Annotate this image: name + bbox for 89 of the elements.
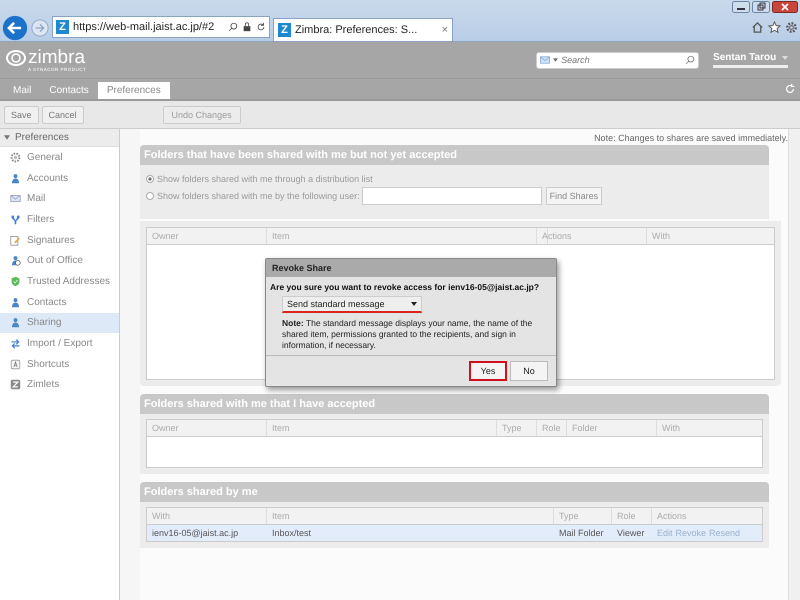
search-field[interactable]: Search — [536, 52, 700, 68]
settings-icon[interactable] — [785, 21, 798, 34]
user-field[interactable] — [362, 187, 542, 205]
app-tab[interactable]: Preferences — [98, 82, 170, 99]
user-menu[interactable]: Sentan Tarou — [713, 52, 788, 68]
scrollbar[interactable] — [788, 129, 800, 600]
sidebar-item[interactable]: Signatures — [0, 230, 119, 250]
action-link[interactable]: Edit — [657, 528, 673, 538]
sidebar-item[interactable]: Sharing — [0, 312, 119, 334]
column-header[interactable]: Actions — [652, 508, 762, 524]
sidebar-item[interactable]: Accounts — [0, 168, 119, 188]
caret-icon[interactable] — [553, 58, 558, 62]
table-cell-text: ienv16-05@jaist.ac.jp — [151, 527, 240, 540]
action-link[interactable]: Resend — [709, 528, 740, 538]
arrows-icon — [10, 338, 21, 350]
url-text: https://web-mail.jaist.ac.jp/#2 — [73, 21, 216, 33]
column-header[interactable]: Type — [497, 420, 537, 436]
shield-icon — [10, 276, 21, 287]
refresh-icon[interactable] — [256, 22, 266, 32]
column-header[interactable]: Owner — [147, 228, 267, 244]
column-header[interactable]: With — [647, 228, 774, 244]
lock-icon[interactable] — [242, 22, 252, 32]
sidebar-item[interactable]: Contacts — [0, 292, 119, 312]
note-text: Note: Changes to shares are saved immediately. — [594, 132, 788, 145]
sidebar-item[interactable]: Zimlets — [0, 374, 119, 396]
browser-tab[interactable]: Z Zimbra: Preferences: S... × — [273, 18, 453, 41]
dialog-title: Revoke Share — [266, 259, 556, 277]
envelope-icon[interactable] — [540, 56, 550, 64]
favicon: Z — [278, 23, 291, 37]
column-header[interactable]: Item — [267, 508, 554, 524]
table-cell-text: Mail Folder — [558, 527, 605, 540]
restore-icon[interactable] — [752, 1, 770, 13]
sidebar-item[interactable]: Import / Export — [0, 333, 119, 354]
dialog-question: Are you sure you want to revoke access for ienv16-05@jaist.ac.jp? — [270, 281, 540, 293]
dialog-button[interactable]: No — [510, 361, 548, 382]
column-header[interactable]: With — [657, 420, 762, 436]
gear-icon — [10, 152, 21, 163]
star-icon[interactable] — [768, 21, 781, 34]
column-header[interactable]: Folder — [567, 420, 657, 436]
radio-button[interactable] — [146, 175, 154, 183]
sidebar-item[interactable]: Filters — [0, 209, 119, 230]
envelope-icon — [10, 193, 21, 204]
sidebar-item[interactable]: Mail — [0, 188, 119, 210]
column-header[interactable]: Item — [267, 228, 537, 244]
sidebar-item[interactable]: General — [0, 147, 119, 168]
search-icon[interactable] — [685, 55, 696, 65]
person-icon — [10, 172, 21, 184]
find-shares-button[interactable]: Find Shares — [546, 187, 602, 205]
pen-icon — [10, 234, 21, 246]
column-header[interactable]: Role — [537, 420, 567, 436]
column-header[interactable]: Role — [612, 508, 652, 524]
app-tab[interactable]: Mail — [4, 82, 40, 99]
person-icon — [10, 296, 21, 308]
favicon: Z — [56, 20, 69, 34]
caret-icon — [411, 302, 417, 306]
table-row[interactable]: ienv16-05@jaist.ac.jp Inbox/test Mail Folder Viewer Edit Revoke Resend — [147, 525, 762, 541]
table-cell-text: Inbox/test — [271, 527, 312, 540]
search-icon[interactable] — [228, 22, 238, 32]
radio-label: Show folders shared with me through a distribution list — [157, 174, 373, 184]
toolbar-button[interactable]: Save — [4, 106, 39, 124]
action-link[interactable]: Revoke — [676, 528, 706, 538]
column-header[interactable]: With — [147, 508, 267, 524]
sidebar-item[interactable]: Shortcuts — [0, 354, 119, 375]
back-icon[interactable] — [2, 15, 28, 41]
address-bar[interactable]: Z https://web-mail.jaist.ac.jp/#2 — [52, 16, 270, 38]
sidebar-item[interactable]: Out of Office — [0, 250, 119, 272]
filter-icon — [10, 214, 21, 225]
column-header[interactable]: Type — [554, 508, 612, 524]
tab-title: Zimbra: Preferences: S... — [295, 24, 418, 36]
toolbar-button[interactable]: Cancel — [42, 106, 84, 124]
radio-label: Show folders shared with me by the following user: — [157, 191, 360, 201]
keyboard-icon — [10, 358, 21, 370]
sidebar-header[interactable]: Preferences — [0, 129, 119, 147]
zimlet-icon — [10, 379, 21, 390]
radio-button[interactable] — [146, 192, 154, 200]
column-header[interactable]: Actions — [537, 228, 647, 244]
close-tab-button[interactable]: × — [442, 24, 448, 36]
triangle-icon[interactable] — [4, 135, 10, 140]
app-tab[interactable]: Contacts — [40, 82, 98, 99]
home-icon[interactable] — [751, 21, 764, 34]
column-header[interactable]: Item — [267, 420, 497, 436]
sidebar-item[interactable]: Trusted Addresses — [0, 271, 119, 292]
dialog-button[interactable]: Yes — [469, 361, 507, 382]
minimize-icon[interactable] — [732, 1, 750, 13]
dialog-note: Note: The standard message displays your name, the name of the shared item, permissions granted to the recipients, and sign in information, if necessary. — [282, 318, 534, 352]
column-header[interactable]: Owner — [147, 420, 267, 436]
message-dropdown[interactable]: Send standard message — [282, 296, 422, 313]
close-icon[interactable] — [772, 1, 798, 13]
table-cell-text: Viewer — [616, 527, 646, 540]
